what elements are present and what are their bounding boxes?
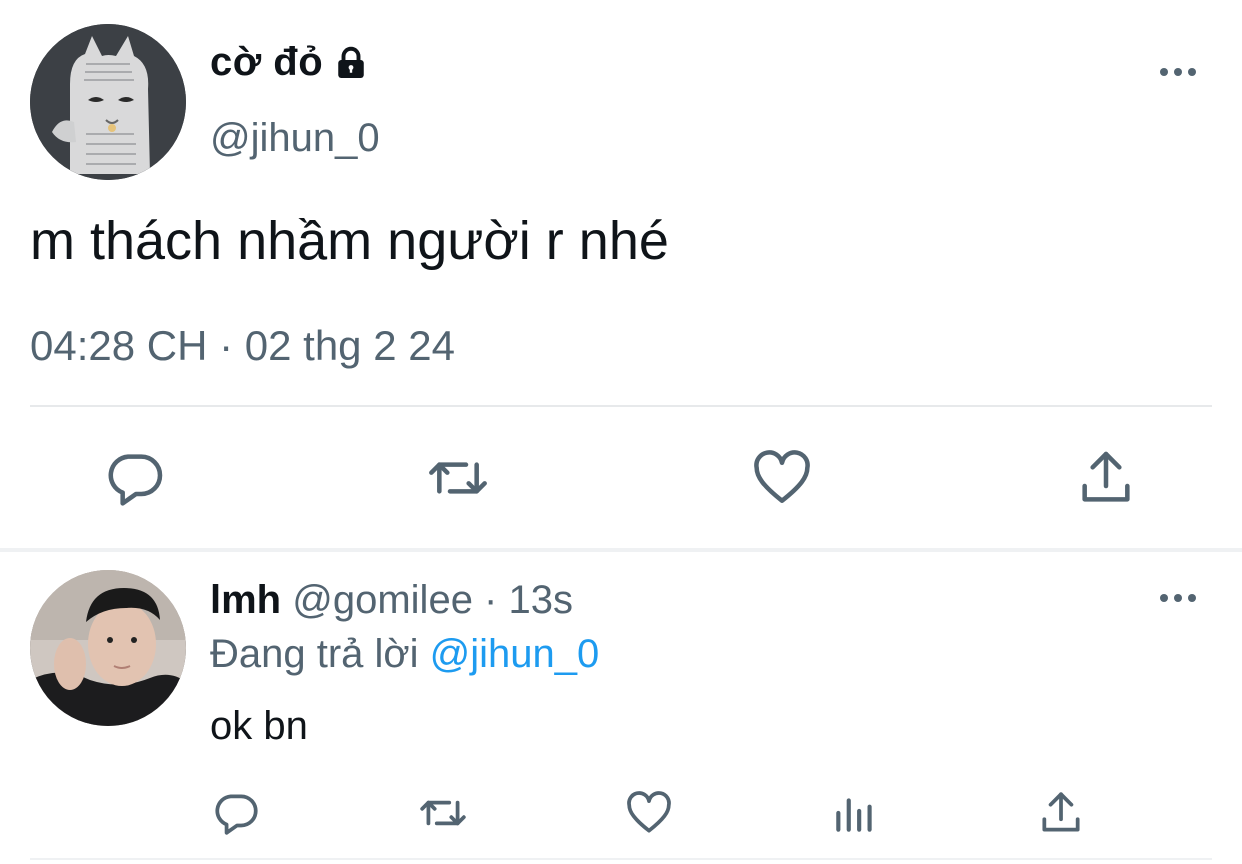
divider: [30, 858, 1212, 860]
tweet-timestamp[interactable]: 04:28 CH · 02 thg 2 24: [30, 322, 455, 370]
reply-author-avatar[interactable]: [30, 570, 186, 726]
analytics-icon[interactable]: [830, 788, 880, 838]
like-icon[interactable]: [750, 446, 814, 510]
reply-retweet-icon[interactable]: [418, 788, 468, 838]
more-options-icon[interactable]: [1156, 60, 1200, 84]
reply-reply-icon[interactable]: [212, 788, 262, 838]
reply-text: ok bn: [210, 704, 308, 748]
reply-more-options-icon[interactable]: [1156, 586, 1200, 610]
display-name-text: cờ đỏ: [210, 40, 324, 84]
retweet-icon[interactable]: [426, 446, 490, 510]
reply-display-name[interactable]: lmh: [210, 578, 281, 622]
share-icon[interactable]: [1074, 446, 1138, 510]
reply-icon[interactable]: [104, 446, 168, 510]
author-avatar[interactable]: [30, 24, 186, 180]
section-separator: [0, 548, 1242, 552]
lock-icon: [338, 46, 364, 78]
user-photo-icon: [30, 570, 186, 726]
divider: [30, 405, 1212, 407]
replying-to-handle[interactable]: @jihun_0: [430, 632, 600, 676]
author-handle[interactable]: @jihun_0: [210, 116, 380, 161]
replying-to-prefix: Đang trả lời: [210, 632, 419, 676]
reply-share-icon[interactable]: [1036, 788, 1086, 838]
author-display-name[interactable]: cờ đỏ: [210, 40, 369, 85]
reply-meta: @gomilee · 13s: [292, 578, 573, 622]
cat-illustration-icon: [30, 24, 186, 180]
reply-header: lmh @gomilee · 13s: [210, 578, 573, 623]
reply-like-icon[interactable]: [624, 788, 674, 838]
tweet-text: m thách nhầm người r nhé: [30, 211, 669, 271]
replying-to: Đang trả lời @jihun_0: [210, 632, 599, 677]
